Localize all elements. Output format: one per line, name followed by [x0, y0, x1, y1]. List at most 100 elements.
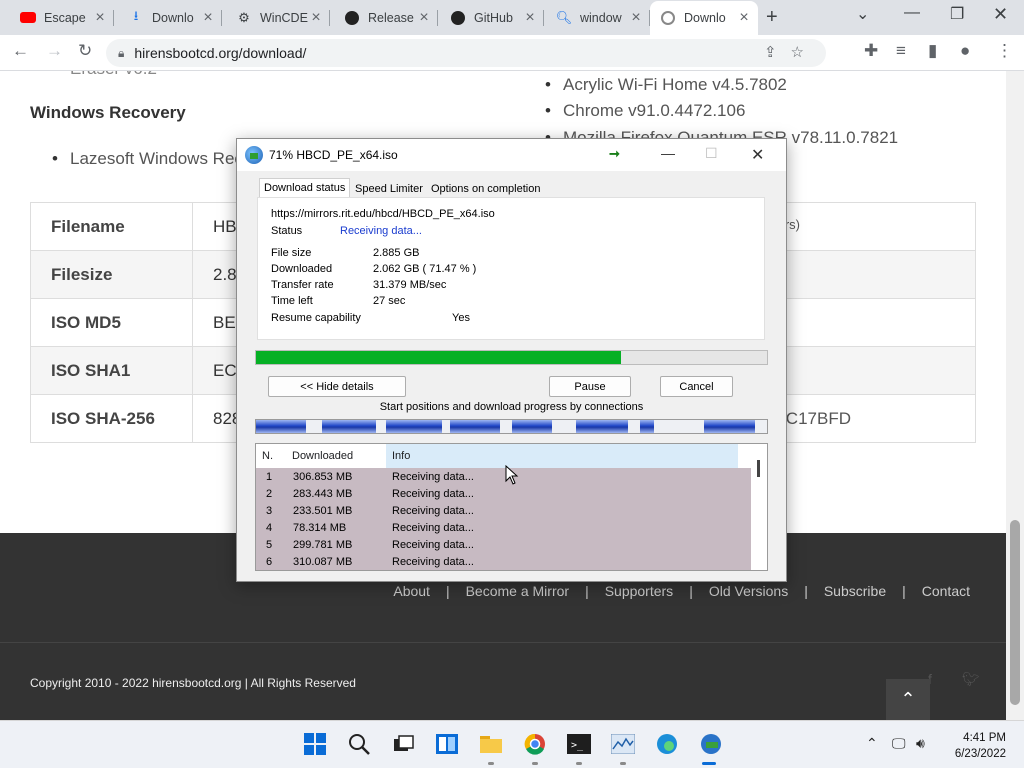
close-icon[interactable]: × — [308, 9, 324, 27]
table-key: Filename — [30, 202, 193, 251]
connection-segment — [512, 420, 552, 433]
new-tab-button[interactable]: + — [766, 6, 778, 29]
clock-time: 4:41 PM — [963, 732, 1006, 744]
time-left-label: Time left — [271, 295, 313, 307]
table-row[interactable]: 6 310.087 MB Receiving data... — [256, 554, 751, 570]
search-icon[interactable] — [346, 731, 372, 757]
table-row[interactable]: 4 78.314 MB Receiving data... — [256, 520, 751, 537]
tab-download-active[interactable]: Downlo × — [650, 1, 758, 35]
clock[interactable]: 4:41 PM 6/23/2022 — [940, 730, 1006, 762]
tab-search-icon[interactable]: ⌄ — [856, 4, 869, 24]
connection-segment — [576, 420, 628, 433]
hide-details-button[interactable]: << Hide details — [268, 376, 406, 397]
tab-download-status[interactable]: Download status — [259, 178, 351, 198]
right-list-item-0: Acrylic Wi-Fi Home v4.5.7802 — [545, 75, 787, 95]
mouse-cursor-icon — [505, 465, 519, 485]
tab-download-1[interactable]: ⭳ Downlo × — [118, 4, 222, 31]
running-indicator — [620, 762, 626, 765]
close-icon[interactable]: × — [522, 9, 538, 27]
footer-divider: | — [689, 583, 693, 599]
browser-toolbar: ← → ↻ 🔒︎ hirensbootcd.org/download/ ⇪☆ ✚… — [0, 35, 1024, 71]
downloaded-value: 2.062 GB ( 71.47 % ) — [373, 263, 477, 275]
tab-releases[interactable]: Release × — [334, 4, 438, 31]
forward-icon[interactable]: → — [46, 41, 63, 61]
tab-escape[interactable]: Escape × — [10, 4, 114, 31]
dialog-titlebar[interactable]: 71% HBCD_PE_x64.iso ➞ — ☐ ✕ — [237, 139, 786, 171]
task-view-icon[interactable] — [390, 731, 416, 757]
media-icon[interactable]: ≡ — [896, 41, 906, 61]
chrome-icon[interactable] — [522, 731, 548, 757]
tab-windows-search[interactable]: 🔍︎ window × — [546, 4, 650, 31]
footer-link-old-versions[interactable]: Old Versions — [709, 583, 788, 599]
downloaded-label: Downloaded — [271, 263, 333, 275]
search-icon: 🔍︎ — [555, 9, 573, 25]
connection-segment — [256, 420, 306, 433]
close-icon[interactable]: ✕ — [751, 145, 764, 165]
reload-icon[interactable]: ↻ — [78, 41, 92, 61]
profile-icon[interactable]: ● — [960, 41, 970, 61]
tab-github[interactable]: GitHub × — [440, 4, 544, 31]
close-icon[interactable]: × — [92, 9, 108, 27]
minimize-icon[interactable]: — — [661, 145, 675, 161]
table-row[interactable]: 3 233.501 MB Receiving data... — [256, 503, 751, 520]
footer-link-supporters[interactable]: Supporters — [605, 583, 673, 599]
restore-icon[interactable]: ❐ — [950, 4, 964, 24]
back-to-top-button[interactable]: ⌃ — [886, 679, 930, 720]
tab-label: Downlo — [684, 11, 726, 25]
table-row[interactable]: 2 283.443 MB Receiving data... — [256, 486, 751, 503]
youtube-icon — [20, 10, 36, 26]
footer-link-subscribe[interactable]: Subscribe — [824, 583, 886, 599]
file-explorer-icon[interactable] — [478, 731, 504, 757]
table-row[interactable]: 1 306.853 MB Receiving data... — [256, 469, 751, 486]
snap-layout-icon[interactable] — [434, 731, 460, 757]
cancel-button[interactable]: Cancel — [660, 376, 733, 397]
column-header-n[interactable]: N. — [262, 450, 273, 462]
footer-link-mirror[interactable]: Become a Mirror — [466, 583, 569, 599]
chevron-up-icon[interactable]: ⌃ — [866, 735, 878, 752]
address-bar[interactable]: 🔒︎ hirensbootcd.org/download/ ⇪☆ — [106, 39, 826, 67]
maximize-icon[interactable]: ☐ — [705, 145, 718, 162]
column-header-downloaded[interactable]: Downloaded — [292, 450, 353, 462]
status-value: Receiving data... — [340, 225, 422, 237]
tab-wincde[interactable]: ⚙ WinCDE × — [226, 4, 330, 31]
top-cut-item: Eraser v6.2 — [52, 71, 157, 79]
back-icon[interactable]: ← — [12, 41, 29, 61]
terminal-icon[interactable]: >_ — [566, 731, 592, 757]
twitter-icon[interactable]: 🐦︎ — [962, 671, 980, 688]
windows-start-icon[interactable] — [302, 731, 328, 757]
running-indicator — [488, 762, 494, 765]
close-window-icon[interactable]: ✕ — [993, 4, 1008, 25]
side-panel-icon[interactable]: ▮ — [928, 41, 937, 61]
status-label: Status — [271, 225, 303, 237]
share-icon[interactable]: ⇪ — [764, 44, 791, 61]
close-icon[interactable]: × — [736, 9, 752, 27]
connections-scrollbar-thumb[interactable] — [757, 460, 760, 477]
footer-divider: | — [585, 583, 589, 599]
column-header-info[interactable]: Info — [386, 444, 738, 468]
download-icon: ⭳ — [133, 7, 139, 23]
network-icon[interactable]: 🖵︎ — [892, 735, 906, 752]
volume-icon[interactable]: 🔊︎ — [916, 735, 925, 752]
idm-icon[interactable] — [698, 731, 724, 757]
minimize-icon[interactable]: — — [904, 4, 920, 22]
extensions-icon[interactable]: ✚ — [864, 41, 878, 61]
close-icon[interactable]: × — [416, 9, 432, 27]
url-text: hirensbootcd.org/download/ — [134, 45, 307, 61]
lock-icon: 🔒︎ — [118, 45, 125, 60]
pause-button[interactable]: Pause — [549, 376, 631, 397]
lazesoft-item: Lazesoft Windows Rec — [52, 149, 243, 169]
star-icon[interactable]: ☆ — [791, 44, 818, 61]
menu-icon[interactable]: ⋮ — [996, 41, 1013, 61]
table-key: ISO SHA1 — [30, 346, 193, 395]
close-icon[interactable]: × — [200, 9, 216, 27]
resume-capability-value: Yes — [452, 312, 470, 324]
close-icon[interactable]: × — [628, 9, 644, 27]
resource-monitor-icon[interactable] — [610, 731, 636, 757]
table-row[interactable]: 5 299.781 MB Receiving data... — [256, 537, 751, 554]
right-list-item-1: Chrome v91.0.4472.106 — [545, 101, 745, 121]
footer-link-about[interactable]: About — [393, 583, 430, 599]
footer-link-contact[interactable]: Contact — [922, 583, 970, 599]
page-scrollbar-thumb[interactable] — [1010, 520, 1020, 705]
edge-icon[interactable] — [654, 731, 680, 757]
dialog-title: 71% HBCD_PE_x64.iso — [269, 148, 398, 162]
